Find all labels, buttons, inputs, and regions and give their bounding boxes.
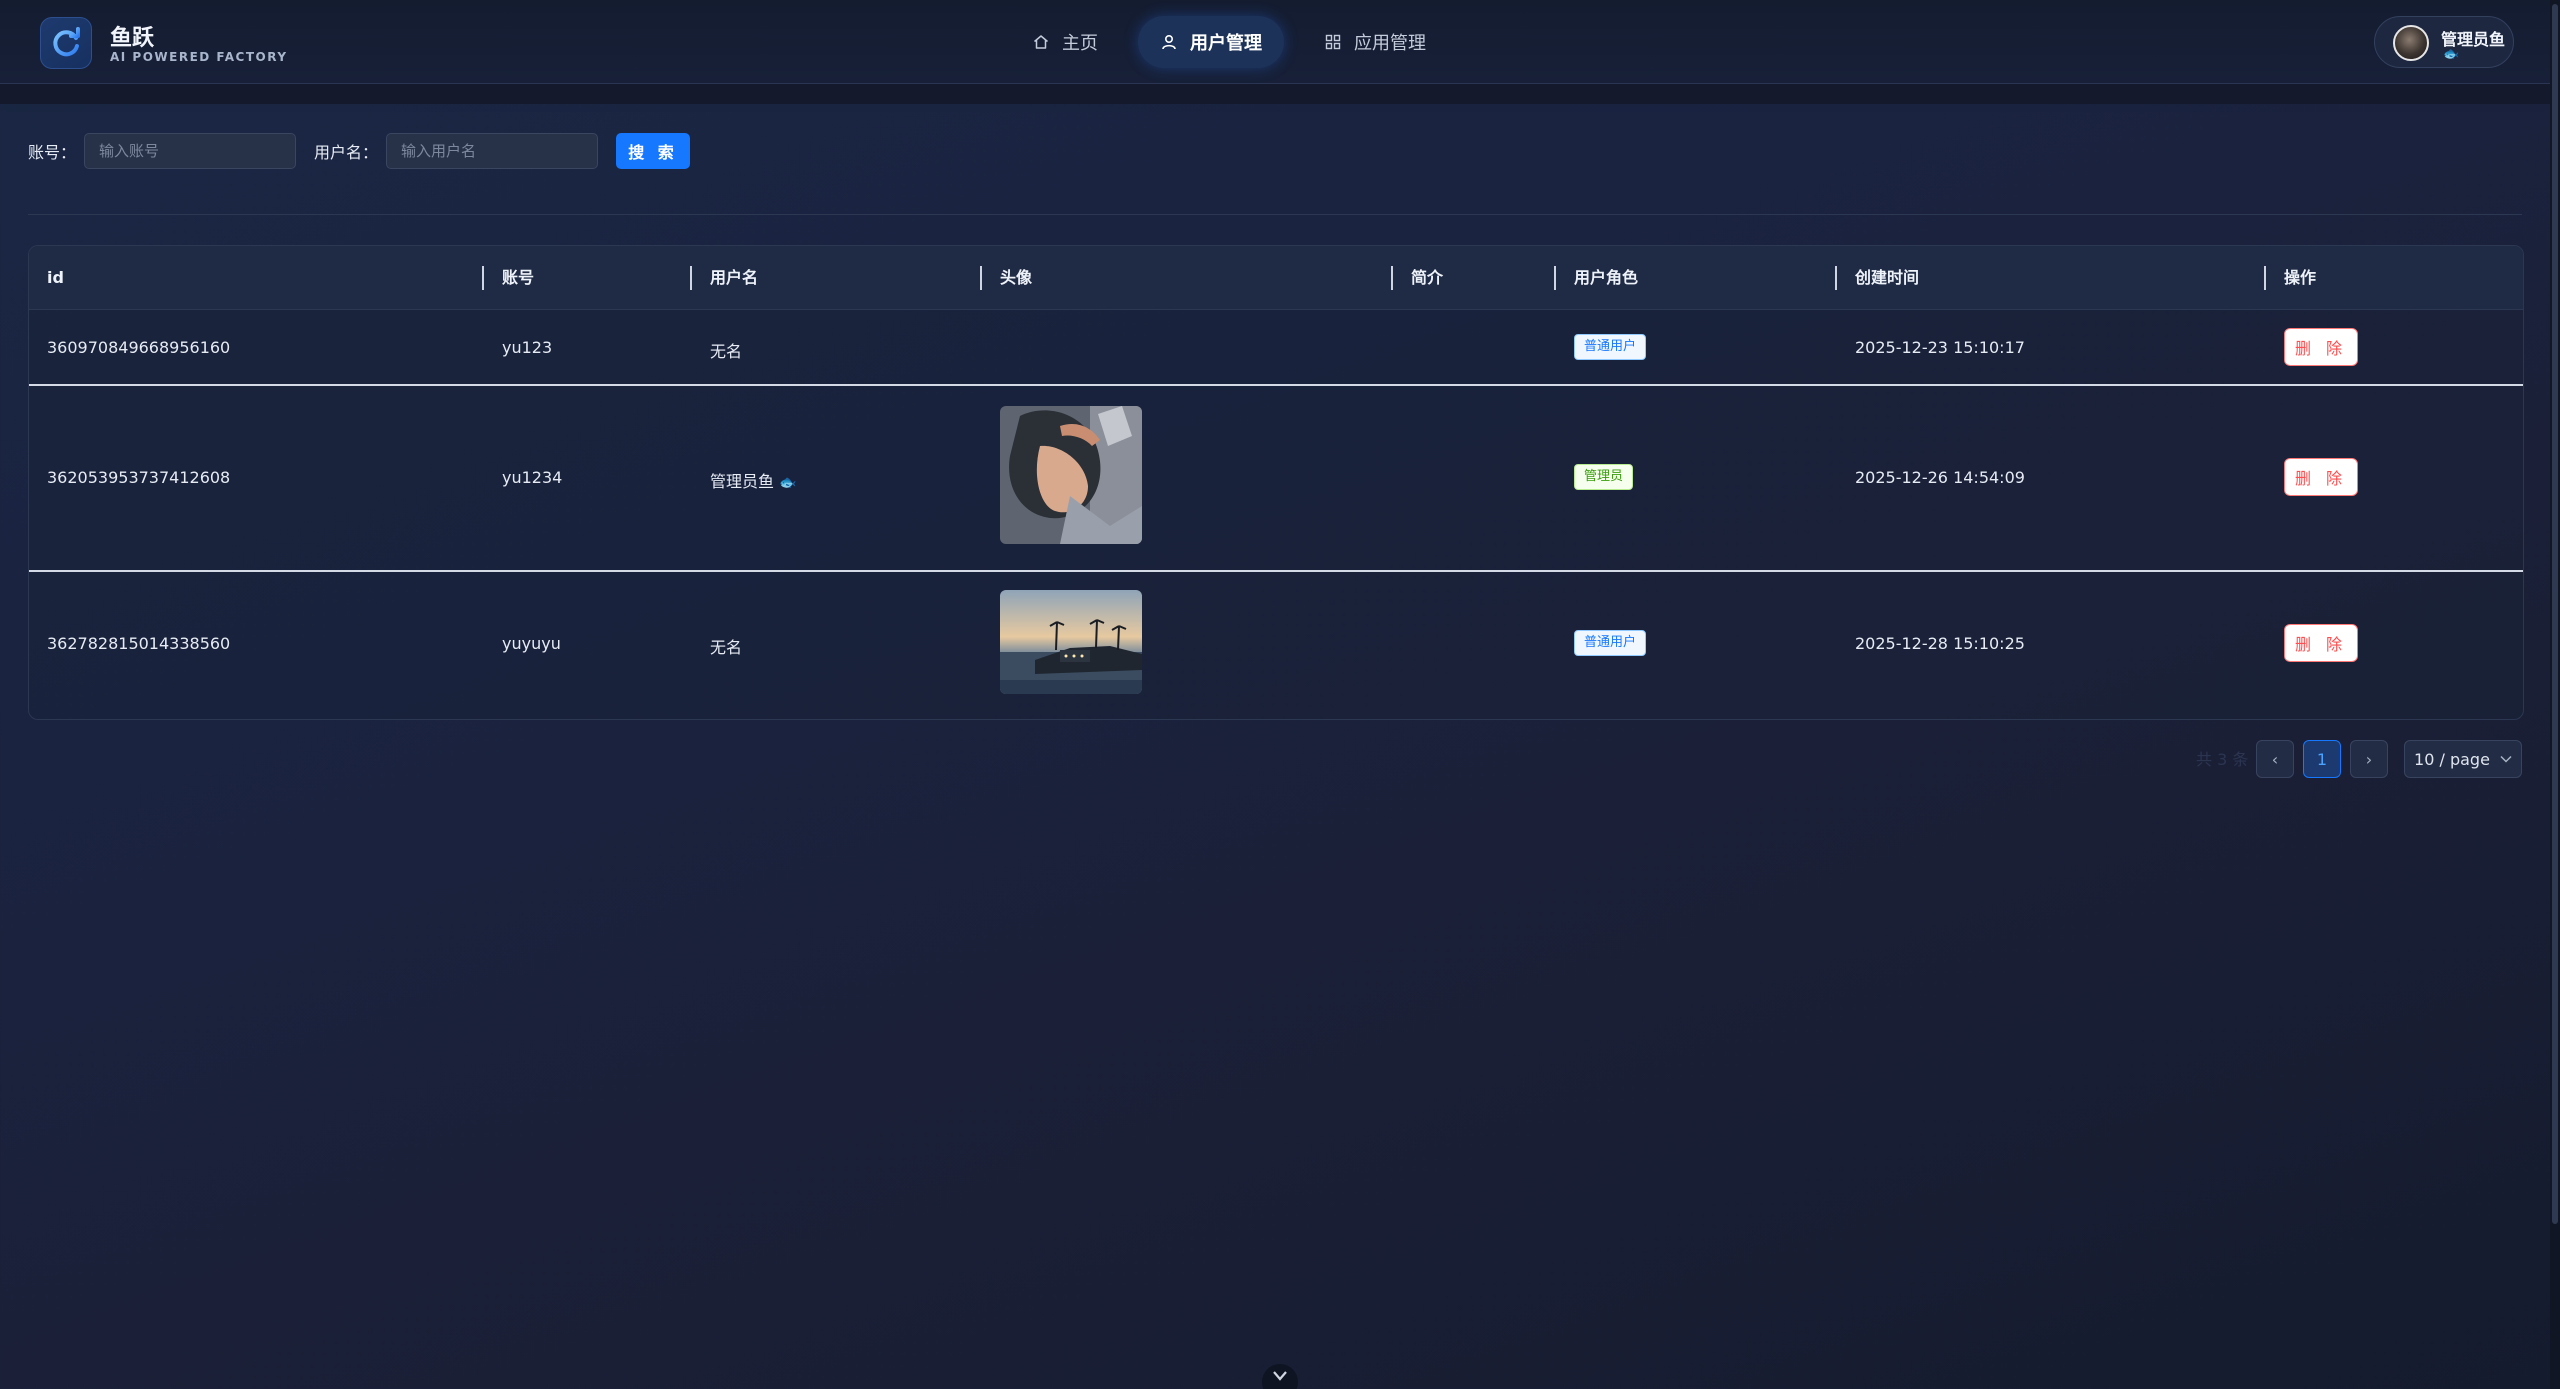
nav-item-app-management[interactable]: 应用管理 — [1302, 16, 1448, 68]
cell-created: 2025-12-26 14:54:09 — [1855, 468, 2025, 487]
delete-button[interactable]: 删 除 — [2284, 458, 2358, 496]
role-tag: 管理员 — [1574, 464, 1634, 490]
table-row: 362782815014338560 yuyuyu 无名 普通用户 2025-1… — [29, 572, 2523, 719]
table-header: id 账号 用户名 头像 简介 用户角色 创建时间 操作 — [29, 246, 2523, 310]
main-nav: 主页 用户管理 应用管理 — [1010, 16, 1466, 68]
apps-grid-icon — [1325, 34, 1341, 50]
column-header-role[interactable]: 用户角色 — [1574, 246, 1638, 310]
divider — [28, 214, 2522, 215]
fish-badge-icon: 🐟 — [2443, 47, 2460, 62]
column-header-id[interactable]: id — [47, 246, 64, 310]
user-table: id 账号 用户名 头像 简介 用户角色 创建时间 操作 36097084966… — [28, 245, 2524, 720]
column-divider — [690, 266, 692, 290]
column-divider — [482, 266, 484, 290]
cell-account: yu123 — [502, 338, 553, 357]
chevron-down-icon — [1273, 1371, 1287, 1381]
brand-name: 鱼跃 — [110, 26, 155, 51]
scrollbar-thumb[interactable] — [2552, 4, 2558, 1224]
cell-id: 362053953737412608 — [47, 468, 231, 487]
column-divider — [1835, 266, 1837, 290]
page-size-select[interactable]: 10 / page — [2404, 740, 2522, 778]
chevron-right-icon: › — [2365, 749, 2373, 769]
prev-page-button[interactable]: ‹ — [2256, 740, 2294, 778]
chevron-down-icon — [2500, 755, 2512, 763]
cell-account: yuyuyu — [502, 634, 561, 653]
avatar-image — [1000, 406, 1142, 544]
account-label: 账号： — [28, 143, 77, 162]
logo[interactable] — [40, 17, 92, 69]
column-divider — [980, 266, 982, 290]
chevron-left-icon: ‹ — [2271, 749, 2279, 769]
delete-button[interactable]: 删 除 — [2284, 624, 2358, 662]
column-header-created[interactable]: 创建时间 — [1855, 246, 1919, 310]
username-label: 用户名： — [314, 143, 379, 162]
cell-username: 无名 — [710, 638, 743, 657]
username-input[interactable] — [386, 133, 599, 169]
coastal-sunset-image — [1000, 590, 1142, 694]
refresh-logo-icon — [53, 27, 80, 57]
table-row: 360970849668956160 yu123 无名 普通用户 2025-12… — [29, 310, 2523, 386]
cell-id: 362782815014338560 — [47, 634, 231, 653]
nav-item-home[interactable]: 主页 — [1010, 16, 1120, 68]
user-menu[interactable]: 管理员鱼 🐟 — [2374, 16, 2514, 68]
cell-username: 管理员鱼 🐟 — [710, 468, 797, 492]
cell-username: 无名 — [710, 342, 743, 361]
column-header-avatar[interactable]: 头像 — [1000, 246, 1032, 310]
brand-subtitle: AI POWERED FACTORY — [110, 50, 288, 64]
search-button[interactable]: 搜 索 — [616, 133, 691, 169]
top-header: 鱼跃 AI POWERED FACTORY 主页 用户管理 应用管理 管理员鱼 … — [0, 0, 2550, 84]
page-size-value: 10 / page — [2414, 749, 2490, 769]
home-icon — [1034, 35, 1048, 49]
column-divider — [1391, 266, 1393, 290]
footer-toggle-button[interactable] — [1262, 1364, 1298, 1389]
nav-item-label: 主页 — [1062, 33, 1098, 54]
cell-created: 2025-12-28 15:10:25 — [1855, 634, 2025, 653]
username-text: 管理员鱼 — [710, 472, 775, 491]
account-input[interactable] — [84, 133, 297, 169]
fish-badge-icon: 🐟 — [779, 475, 797, 491]
column-header-intro[interactable]: 简介 — [1411, 246, 1443, 310]
search-form: 账号： 用户名： 搜 索 — [28, 132, 691, 170]
nav-item-label: 应用管理 — [1354, 33, 1426, 54]
column-divider — [2264, 266, 2266, 290]
table-row: 362053953737412608 yu1234 管理员鱼 🐟 管理员 202… — [29, 386, 2523, 572]
user-icon — [1162, 34, 1176, 50]
role-tag: 普通用户 — [1574, 630, 1647, 656]
avatar — [2393, 25, 2429, 61]
column-divider — [1554, 266, 1556, 290]
nav-item-user-management[interactable]: 用户管理 — [1138, 16, 1284, 68]
delete-button[interactable]: 删 除 — [2284, 328, 2358, 366]
cell-id: 360970849668956160 — [47, 338, 231, 357]
column-header-account[interactable]: 账号 — [502, 246, 534, 310]
column-header-username[interactable]: 用户名 — [710, 246, 758, 310]
column-header-action: 操作 — [2284, 268, 2317, 287]
next-page-button[interactable]: › — [2350, 740, 2388, 778]
header-shadow-strip — [0, 84, 2550, 104]
nav-item-label: 用户管理 — [1190, 33, 1262, 54]
cell-created: 2025-12-23 15:10:17 — [1855, 338, 2025, 357]
avatar-image — [1000, 590, 1142, 694]
cell-account: yu1234 — [502, 468, 563, 487]
anime-portrait-image — [1000, 406, 1142, 544]
page-number-button[interactable]: 1 — [2303, 740, 2341, 778]
role-tag: 普通用户 — [1574, 334, 1647, 360]
pagination-total: 共 3 条 — [2196, 750, 2249, 769]
